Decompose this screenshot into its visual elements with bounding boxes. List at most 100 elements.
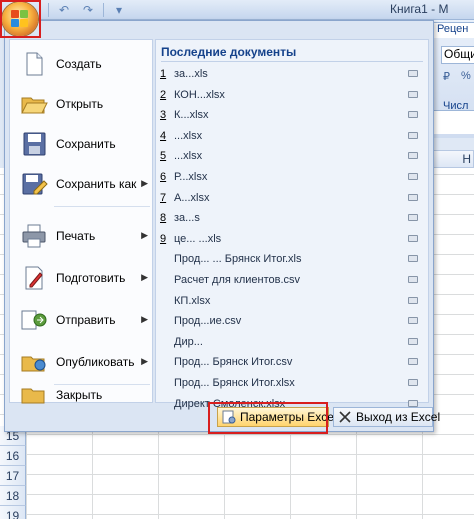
pin-icon[interactable] (408, 234, 418, 242)
pin-icon[interactable] (408, 173, 418, 180)
pin-icon[interactable] (408, 379, 418, 386)
recent-document-item[interactable]: Прод...ие.csv (160, 311, 424, 331)
menu-item-save-as[interactable]: Сохранить как ▶ (12, 164, 152, 204)
window-title: Книга1 - M (390, 2, 449, 16)
menu-item-new[interactable]: Создать (12, 44, 152, 84)
pin-icon[interactable] (408, 111, 418, 119)
recent-document-item[interactable]: Прод... ... Брянск Итог.xls (160, 249, 424, 269)
menu-item-label: Печать (56, 229, 96, 243)
menu-item-label: Закрыть (56, 388, 103, 402)
menu-item-publish[interactable]: Опубликовать ▶ (12, 342, 152, 382)
menu-item-open[interactable]: Открыть (12, 84, 152, 124)
exit-excel-button[interactable]: Выход из Excel (333, 407, 440, 427)
title-bar: ↶ ↷ ▾ Книга1 - M (0, 0, 474, 20)
recent-document-number: 6 (160, 171, 167, 183)
recent-document-item[interactable]: 1 за...xls (160, 64, 424, 84)
recent-document-name: КОН...xlsx (174, 88, 225, 101)
recent-documents-header: Последние документы (161, 42, 423, 62)
close-folder-icon (20, 386, 48, 404)
submenu-arrow-icon: ▶ (141, 230, 148, 240)
recent-document-item[interactable]: Прод... Брянск Итог.xlsx (160, 373, 424, 393)
pin-icon[interactable] (408, 358, 418, 366)
undo-icon[interactable]: ↶ (55, 2, 73, 18)
number-format-select[interactable]: Общий (441, 46, 474, 64)
recent-document-name: Расчет для клиентов.csv (174, 274, 301, 286)
menu-item-label: Сохранить (56, 137, 116, 151)
recent-document-item[interactable]: Дир... (160, 332, 424, 352)
menu-item-label: Подготовить (56, 271, 126, 285)
pin-icon[interactable] (408, 152, 418, 160)
menu-item-label: Создать (56, 57, 102, 71)
menu-item-label: Сохранить как (56, 177, 137, 191)
currency-icon[interactable]: ₽ (443, 70, 457, 86)
recent-document-item[interactable]: 8 за...s (160, 208, 424, 228)
recent-document-item[interactable]: 2 КОН...xlsx (160, 85, 424, 105)
recent-document-name: за...s (174, 212, 200, 225)
recent-document-number: 9 (160, 232, 167, 245)
publish-icon (20, 349, 48, 375)
exit-excel-label: Выход из Excel (356, 410, 441, 424)
recent-document-name: Р...xlsx (174, 171, 208, 183)
menu-item-prepare[interactable]: Подготовить ▶ (12, 258, 152, 298)
row-header[interactable]: 19 (0, 506, 26, 519)
formula-bar-fragment[interactable] (432, 110, 474, 134)
save-as-icon (20, 171, 48, 197)
pin-icon[interactable] (408, 90, 418, 98)
pin-icon[interactable] (408, 337, 418, 345)
printer-icon (20, 223, 48, 249)
row-header[interactable]: 18 (0, 486, 26, 506)
row-header[interactable]: 16 (0, 446, 26, 466)
recent-document-item[interactable]: 7 А...xlsx (160, 188, 424, 208)
recent-document-item[interactable]: 9 це... ...xls (160, 229, 424, 249)
menu-item-print[interactable]: Печать ▶ (12, 216, 152, 256)
column-header-h[interactable]: H (432, 150, 474, 168)
recent-document-item[interactable]: 4 ...xlsx (160, 126, 424, 146)
close-icon (338, 410, 352, 424)
recent-document-name: К...xlsx (174, 109, 209, 122)
recent-document-number: 5 (160, 150, 167, 163)
row-header[interactable]: 17 (0, 466, 26, 486)
recent-document-name: Прод... Брянск Итог.xlsx (174, 377, 295, 389)
recent-document-name: ...xlsx (174, 150, 203, 163)
recent-document-item[interactable]: Прод... Брянск Итог.csv (160, 352, 424, 372)
qat-separator (48, 3, 49, 17)
redo-icon[interactable]: ↷ (79, 2, 97, 18)
menu-divider (54, 206, 150, 207)
percent-icon[interactable]: % (461, 70, 474, 86)
recent-document-name: КП.xlsx (174, 294, 211, 307)
send-icon (20, 307, 48, 333)
recent-document-item[interactable]: Расчет для клиентов.csv (160, 270, 424, 290)
pin-icon[interactable] (408, 296, 418, 304)
recent-document-item[interactable]: 6 Р...xlsx (160, 167, 424, 187)
recent-document-name: ...xlsx (174, 129, 203, 142)
submenu-arrow-icon: ▶ (141, 178, 148, 188)
recent-document-item[interactable]: 5 ...xlsx (160, 146, 424, 166)
menu-divider (54, 384, 150, 385)
pin-icon[interactable] (408, 214, 418, 222)
submenu-arrow-icon: ▶ (141, 314, 148, 324)
recent-document-name: це... ...xls (174, 232, 222, 245)
menu-item-send[interactable]: Отправить ▶ (12, 300, 152, 340)
recent-document-number: 2 (160, 88, 167, 101)
menu-item-close[interactable]: Закрыть (12, 386, 152, 404)
pin-icon[interactable] (408, 276, 418, 283)
pin-icon[interactable] (408, 70, 418, 77)
pin-icon[interactable] (408, 255, 418, 263)
recent-document-name: А...xlsx (174, 191, 210, 204)
recent-document-item[interactable]: 3 К...xlsx (160, 105, 424, 125)
pin-icon[interactable] (408, 193, 418, 201)
dropdown-icon[interactable]: ▾ (110, 2, 128, 18)
recent-document-name: Прод... ... Брянск Итог.xls (174, 253, 302, 266)
tab-review[interactable]: Рецен (433, 22, 474, 38)
submenu-arrow-icon: ▶ (141, 272, 148, 282)
pin-icon[interactable] (408, 131, 418, 139)
pin-icon[interactable] (408, 317, 418, 325)
number-buttons: ₽ % (443, 70, 474, 86)
recent-documents-panel: Последние документы 1 за...xls 2 КОН...xlsx… (155, 39, 429, 410)
menu-item-save[interactable]: Сохранить (12, 124, 152, 164)
recent-document-number: 7 (160, 191, 167, 204)
menu-item-label: Опубликовать (56, 355, 135, 369)
recent-document-item[interactable]: КП.xlsx (160, 291, 424, 311)
recent-document-number: 1 (160, 68, 167, 80)
office-menu: Создать Открыть Сохранить Сохранить как … (4, 20, 440, 432)
